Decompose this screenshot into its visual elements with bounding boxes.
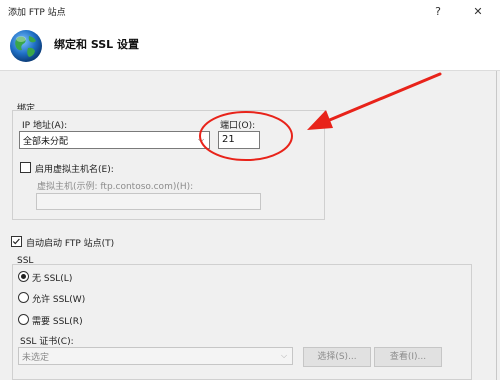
arrow-annotation xyxy=(307,72,442,130)
annotation-overlay xyxy=(199,72,442,161)
annotation-circle xyxy=(199,111,293,161)
